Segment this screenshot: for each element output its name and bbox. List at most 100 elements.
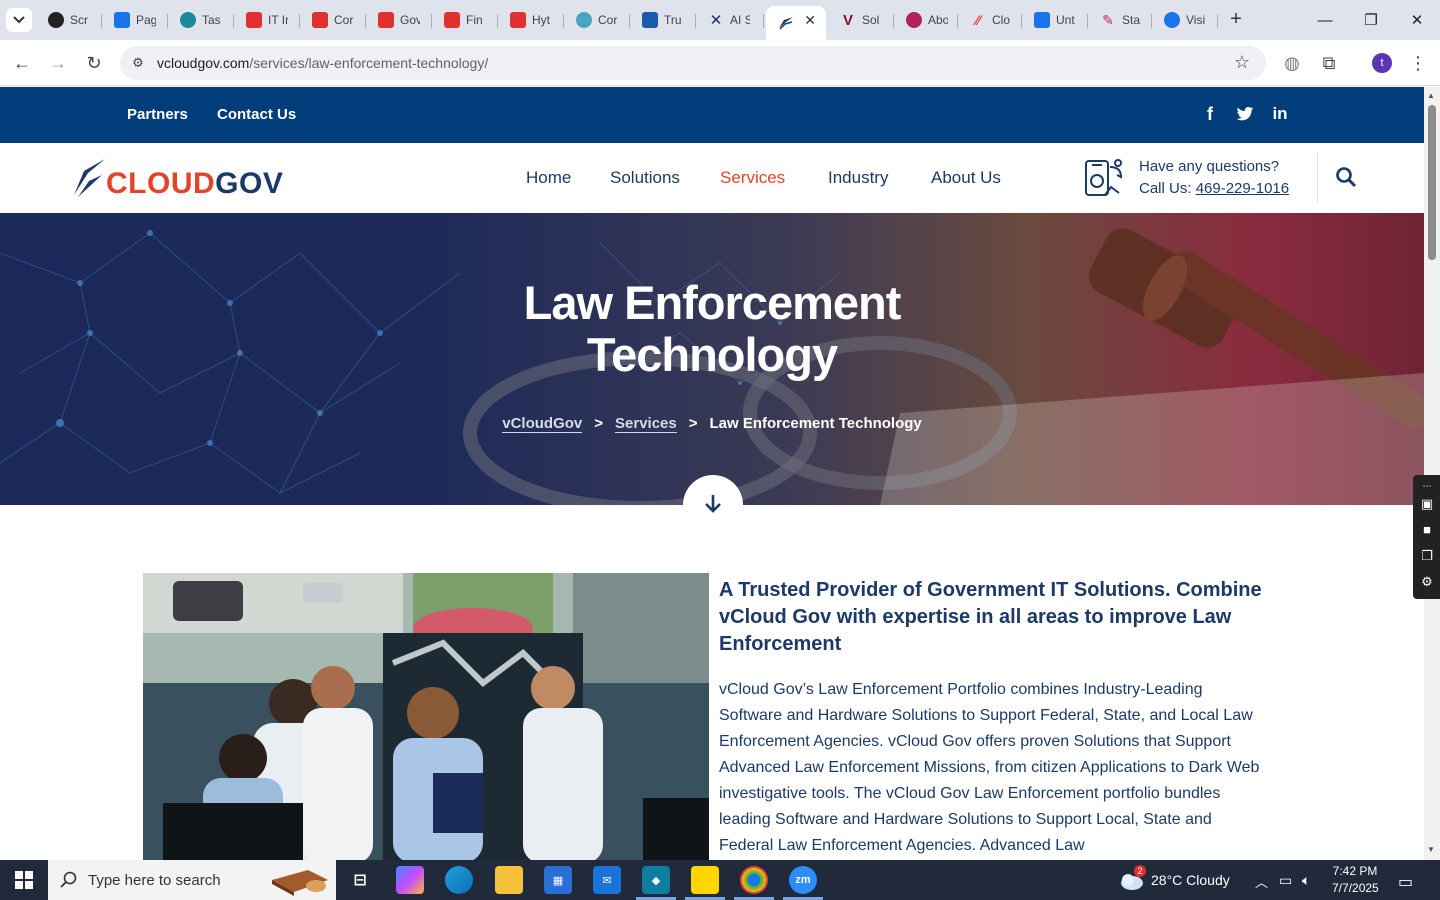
scales-icon — [642, 12, 658, 28]
clock[interactable]: 7:42 PM 7/7/2025 — [1332, 863, 1379, 897]
weather-text[interactable]: 28°C Cloudy — [1151, 872, 1230, 888]
start-button[interactable] — [0, 860, 48, 900]
nav-services[interactable]: Services — [720, 168, 785, 188]
pdf-icon — [444, 12, 460, 28]
store-icon[interactable]: ▦ — [544, 866, 572, 894]
linkedin-icon[interactable]: in — [1269, 103, 1291, 125]
translate-icon[interactable]: ◍ — [1280, 51, 1304, 75]
browser-tab[interactable]: Tas — [168, 6, 234, 34]
nav-solutions[interactable]: Solutions — [610, 168, 680, 188]
network-icon[interactable]: ▭ — [1279, 872, 1292, 889]
browser-tab[interactable]: IT Ir — [234, 6, 300, 34]
browser-tab[interactable]: Pag — [102, 6, 168, 34]
browser-tab[interactable]: Scr — [36, 6, 102, 34]
page-scrollbar[interactable]: ▲ ▼ — [1424, 87, 1440, 860]
scroll-down-arrow-icon[interactable]: ▼ — [1427, 845, 1435, 854]
breadcrumb: vCloudGov > Services > Law Enforcement Techn… — [0, 415, 1424, 433]
notifications-icon[interactable]: ▭ — [1398, 872, 1413, 892]
settings-icon[interactable]: ⚙ — [1419, 575, 1435, 589]
browser-tab[interactable]: Cor — [564, 6, 630, 34]
tab-title: AI S — [730, 13, 750, 27]
pdf-icon — [378, 12, 394, 28]
phone-link[interactable]: 469-229-1016 — [1196, 180, 1289, 197]
site-info-icon[interactable]: ⚙ — [128, 53, 148, 73]
minimize-button[interactable]: — — [1302, 0, 1348, 40]
tab-search-button[interactable] — [6, 8, 32, 32]
clock-time: 7:42 PM — [1332, 864, 1378, 878]
window-icon[interactable]: ❐ — [1419, 549, 1435, 563]
x-icon: ✕ — [709, 12, 723, 29]
nav-industry[interactable]: Industry — [828, 168, 888, 188]
browser-tab[interactable]: Gov — [366, 6, 432, 34]
nav-home[interactable]: Home — [526, 168, 571, 188]
hero-banner: Law Enforcement Technology vCloudGov > Ser… — [0, 213, 1424, 505]
abo-icon — [906, 12, 922, 28]
more-icon[interactable]: ⋯ — [1419, 479, 1435, 493]
breadcrumb-services[interactable]: Services — [615, 415, 677, 433]
close-icon[interactable]: ✕ — [804, 12, 816, 29]
back-icon[interactable]: ← — [10, 51, 34, 75]
tab-strip: Scr Pag Tas IT Ir Cor Gov Fin Hyt Cor Tr… — [0, 0, 1440, 40]
reload-icon[interactable]: ↻ — [82, 51, 106, 75]
browser-tab[interactable]: Cor — [300, 6, 366, 34]
mail-icon[interactable]: ✉ — [593, 866, 621, 894]
task-view-icon[interactable]: ⊟ — [346, 866, 374, 894]
extensions-icon[interactable]: ⧉ — [1317, 51, 1341, 75]
scroll-up-arrow-icon[interactable]: ▲ — [1427, 91, 1435, 100]
forward-icon[interactable]: → — [46, 51, 70, 75]
task-icon — [180, 12, 196, 28]
partners-link[interactable]: Partners — [127, 106, 188, 123]
weather-icon[interactable]: 2 — [1118, 865, 1146, 891]
doc-icon — [1034, 12, 1050, 28]
active-browser-tab[interactable]: ✕ — [766, 6, 826, 40]
v-icon: V — [842, 11, 853, 29]
copilot-icon[interactable] — [396, 866, 424, 894]
browser-tab[interactable]: V Sol — [828, 6, 894, 34]
app-diamond-icon[interactable]: ◆ — [642, 866, 670, 894]
toolbar: ← → ↻ ⚙ vcloudgov.com/services/law-enfor… — [0, 40, 1440, 86]
browser-tab[interactable]: Tru — [630, 6, 696, 34]
zoom-icon[interactable]: zm — [789, 866, 817, 894]
search-icon[interactable] — [1334, 165, 1358, 189]
new-tab-button[interactable]: + — [1224, 8, 1248, 32]
browser-tab[interactable]: Visi — [1152, 6, 1218, 34]
chevron-up-icon[interactable]: ︿ — [1255, 872, 1268, 891]
page-title: Law Enforcement Technology — [0, 277, 1424, 381]
site-logo[interactable]: CLOUDGOV — [72, 155, 283, 199]
facebook-icon[interactable]: f — [1199, 103, 1221, 125]
arrow-down-icon — [705, 495, 721, 513]
file-explorer-icon[interactable] — [495, 866, 523, 894]
edge-icon[interactable] — [445, 866, 473, 894]
contact-us-link[interactable]: Contact Us — [217, 106, 296, 123]
address-bar[interactable]: ⚙ vcloudgov.com/services/law-enforcement… — [120, 46, 1266, 80]
call-prefix: Call Us: — [1139, 180, 1196, 197]
close-window-button[interactable]: ✕ — [1394, 0, 1440, 40]
twitter-icon[interactable] — [1234, 103, 1256, 125]
profile-avatar[interactable]: t — [1372, 53, 1392, 73]
sticky-notes-icon[interactable] — [691, 866, 719, 894]
browser-tab[interactable]: Fin — [432, 6, 498, 34]
browser-tab[interactable]: ✎ Sta — [1088, 6, 1152, 34]
camera-icon[interactable]: ▣ — [1419, 497, 1435, 511]
tab-title: Cor — [598, 13, 618, 27]
nav-about-us[interactable]: About Us — [931, 168, 1001, 188]
bookmark-star-icon[interactable]: ☆ — [1234, 52, 1250, 73]
restore-button[interactable]: ❐ — [1348, 0, 1394, 40]
browser-tab[interactable]: ⁄⁄ Clo — [958, 6, 1022, 34]
taskbar-search[interactable]: Type here to search — [48, 860, 336, 900]
browser-tab[interactable]: Unt — [1022, 6, 1088, 34]
browser-tab[interactable]: Abo — [894, 6, 958, 34]
browser-tab[interactable]: ✕ AI S — [696, 6, 764, 34]
volume-icon[interactable]: 🔈︎ — [1302, 872, 1310, 889]
tab-title: Pag — [136, 13, 156, 27]
scroll-down-button[interactable] — [683, 475, 743, 535]
url-text[interactable]: vcloudgov.com/services/law-enforcement-t… — [157, 55, 488, 71]
video-icon[interactable]: ■ — [1419, 523, 1435, 537]
tab-title: Clo — [992, 13, 1011, 27]
browser-tab[interactable]: Hyt — [498, 6, 564, 34]
scrollbar-thumb[interactable] — [1428, 105, 1436, 260]
tab-title: Cor — [334, 13, 354, 27]
menu-icon[interactable]: ⋮ — [1406, 51, 1430, 75]
breadcrumb-home[interactable]: vCloudGov — [502, 415, 583, 433]
chrome-icon[interactable] — [740, 866, 768, 894]
